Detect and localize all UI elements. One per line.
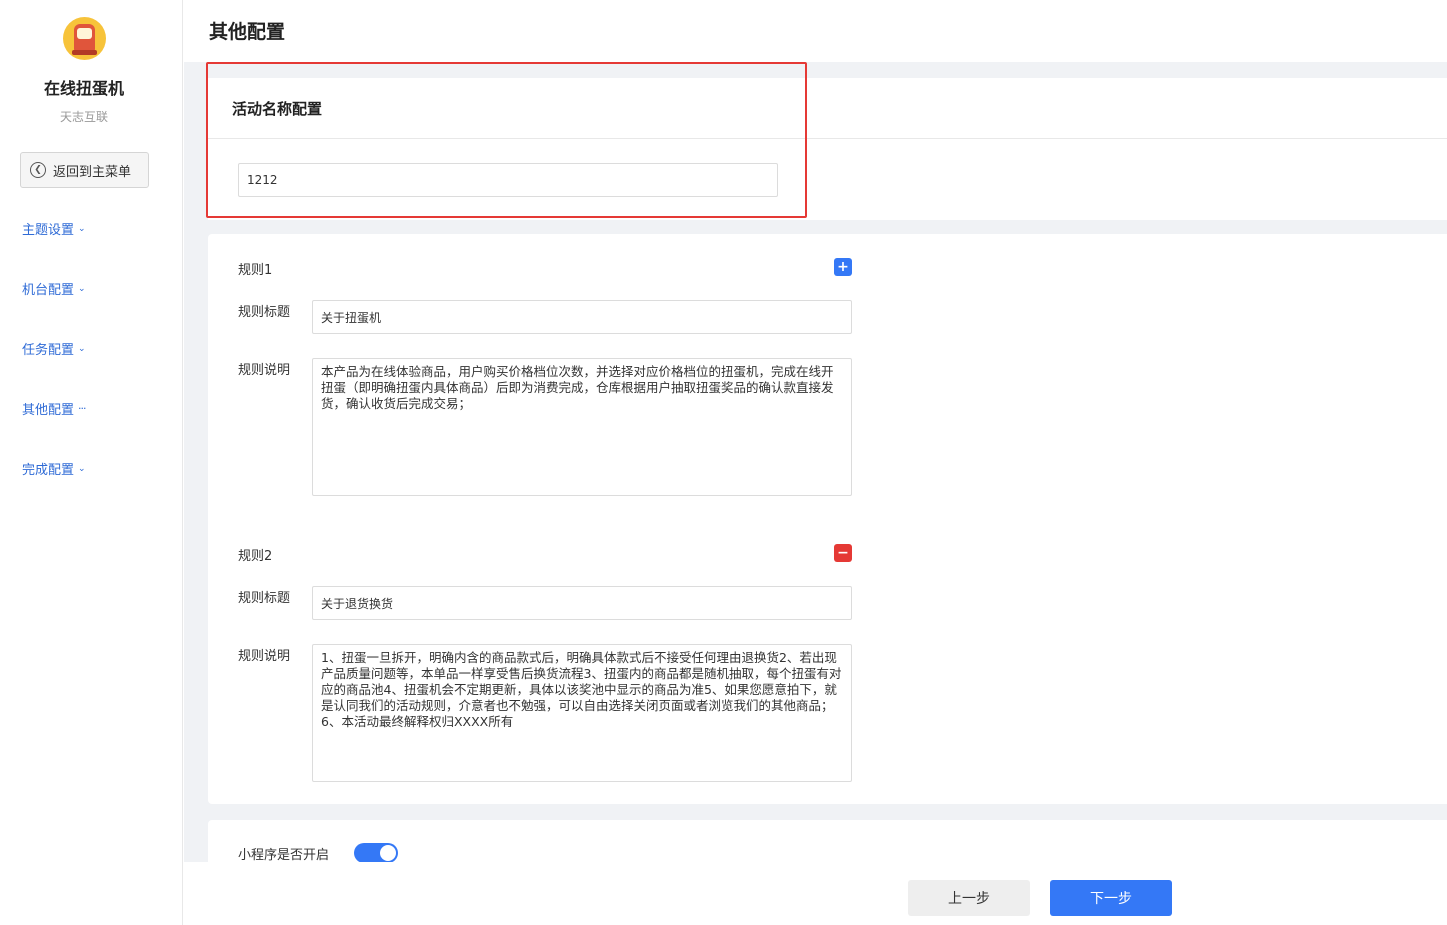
sidebar-item-label: 完成配置: [22, 463, 75, 478]
add-rule-button[interactable]: +: [834, 258, 852, 276]
rule-1-title-input[interactable]: 关于扭蛋机: [312, 300, 852, 334]
chevron-down-icon: ⌄: [78, 223, 86, 234]
rule-2-desc-textarea[interactable]: 1、扭蛋一旦拆开，明确内含的商品款式后，明确具体款式后不接受任何理由退换货2、若…: [312, 644, 852, 782]
chevron-down-icon: ⌄: [78, 343, 86, 354]
sidebar-item-label: 任务配置: [22, 343, 75, 358]
minus-icon: −: [837, 545, 849, 561]
miniprogram-toggle[interactable]: [354, 843, 398, 863]
chevron-left-circle-icon: ❮: [30, 162, 46, 178]
rule-2-title-input[interactable]: 关于退货换货: [312, 586, 852, 620]
rule-1-desc-textarea[interactable]: 本产品为在线体验商品，用户购买价格档位次数，并选择对应价格档位的扭蛋机，完成在线…: [312, 358, 852, 496]
footer: 上一步 下一步: [184, 862, 1447, 925]
toggle-knob: [380, 845, 396, 861]
app-logo-icon: [63, 17, 106, 60]
sidebar: 在线扭蛋机 天志互联 ❮ 返回到主菜单 主题设置 ⌄ 机台配置 ⌄ 任务配置 ⌄…: [0, 0, 183, 925]
sidebar-item-other[interactable]: 其他配置 ···: [22, 399, 86, 418]
sidebar-item-task[interactable]: 任务配置 ⌄: [22, 339, 86, 358]
next-step-button[interactable]: 下一步: [1050, 880, 1172, 916]
rule-1-title-label: 规则标题: [238, 305, 291, 320]
main-content: 其他配置 活动名称配置 1212 规则1 + 规则标题 关于扭蛋机 规则说明 本…: [184, 0, 1447, 925]
page-title: 其他配置: [209, 21, 286, 43]
highlight-box: [206, 62, 807, 218]
chevron-down-icon: ⌄: [78, 283, 86, 294]
prev-step-button[interactable]: 上一步: [908, 880, 1030, 916]
chevron-down-icon: ⌄: [78, 463, 86, 474]
sidebar-item-machine[interactable]: 机台配置 ⌄: [22, 279, 86, 298]
rules-card: 规则1 + 规则标题 关于扭蛋机 规则说明 本产品为在线体验商品，用户购买价格档…: [208, 234, 1447, 804]
miniprogram-label: 小程序是否开启: [238, 848, 330, 863]
header: 其他配置: [184, 0, 1447, 62]
sidebar-item-theme[interactable]: 主题设置 ⌄: [22, 219, 86, 238]
app-title: 在线扭蛋机: [43, 79, 124, 98]
back-to-main-menu-button[interactable]: ❮ 返回到主菜单: [20, 152, 149, 188]
remove-rule-button[interactable]: −: [834, 544, 852, 562]
rule-2-heading: 规则2: [238, 549, 273, 564]
plus-icon: +: [837, 259, 849, 275]
rule-1-desc-label: 规则说明: [238, 363, 291, 378]
sidebar-item-label: 其他配置: [22, 403, 75, 418]
miniprogram-card: 小程序是否开启: [208, 820, 1447, 863]
app-subtitle: 天志互联: [59, 110, 108, 124]
rule-2-desc-label: 规则说明: [238, 649, 291, 664]
sidebar-item-finish[interactable]: 完成配置 ⌄: [22, 459, 86, 478]
more-dots-icon: ···: [78, 402, 86, 415]
back-button-label: 返回到主菜单: [53, 164, 132, 180]
rule-2-title-label: 规则标题: [238, 591, 291, 606]
sidebar-item-label: 主题设置: [22, 223, 75, 238]
rule-1-heading: 规则1: [238, 263, 273, 278]
sidebar-item-label: 机台配置: [22, 283, 75, 298]
